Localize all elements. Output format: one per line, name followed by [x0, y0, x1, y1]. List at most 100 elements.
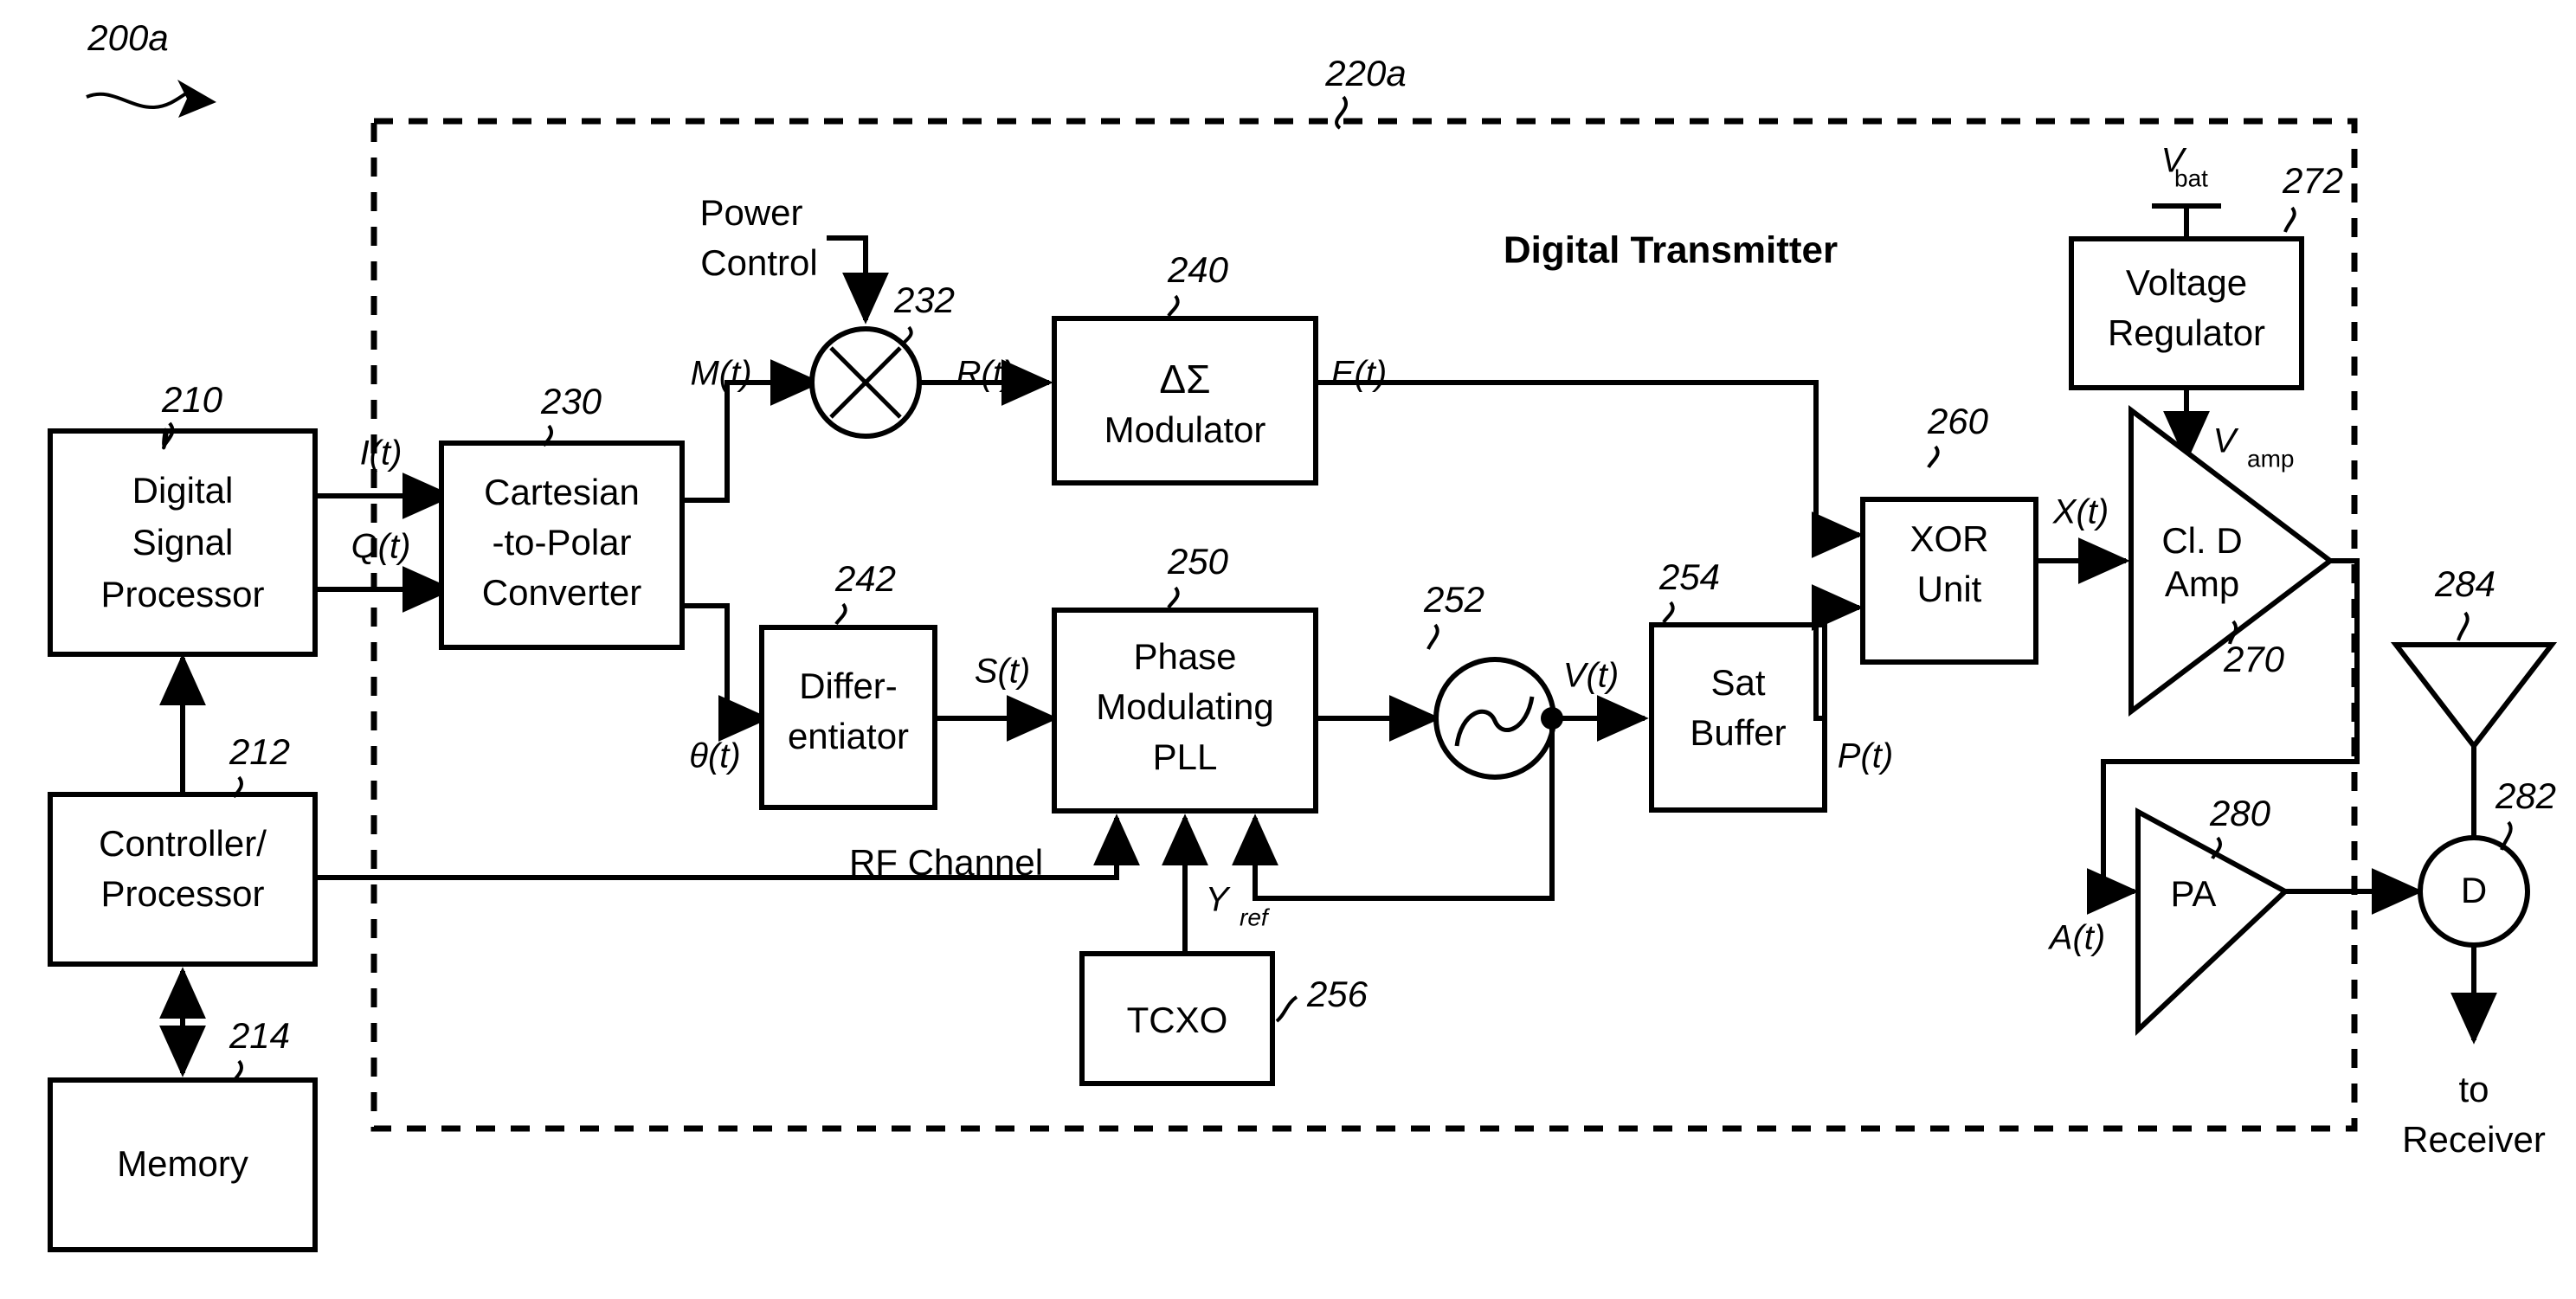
ref-250-label: 250 — [1167, 541, 1229, 582]
signal-e-t-label: E(t) — [1331, 355, 1387, 393]
ref-272-label: 272 — [2282, 160, 2343, 201]
ref-230: 230 — [540, 381, 602, 447]
sigma-delta-label-line1: ΔΣ — [1159, 357, 1210, 402]
ref-232: 232 — [893, 280, 955, 347]
memory-label: Memory — [117, 1143, 248, 1184]
boundary-ref-220a-label: 220a — [1324, 53, 1406, 93]
ref-230-label: 230 — [540, 381, 602, 421]
sat-buffer-label-line1: Sat — [1710, 662, 1765, 703]
dsp-label-line1: Digital — [132, 470, 234, 511]
xor-label-line1: XOR — [1909, 518, 1988, 559]
block-xor-unit[interactable]: XOR Unit — [1860, 497, 2038, 665]
rf-channel-label: RF Channel — [849, 842, 1043, 883]
figure-canvas: 200a 220a Digital Transmitter Digital Si… — [0, 0, 2576, 1299]
sat-buffer-label-line2: Buffer — [1690, 712, 1786, 753]
block-duplexer[interactable]: D — [2418, 835, 2530, 948]
sigma-delta-label-line2: Modulator — [1104, 409, 1266, 450]
pll-label-line3: PLL — [1153, 736, 1218, 777]
svg-text:ref: ref — [1240, 904, 1271, 930]
ref-256: 256 — [1275, 974, 1368, 1023]
ref-210-label: 210 — [161, 379, 223, 420]
signal-i-t-label: I(t) — [360, 434, 402, 473]
ref-260-label: 260 — [1927, 401, 1989, 441]
ref-240-label: 240 — [1167, 249, 1229, 290]
signal-y-ref-label: Y ref — [1206, 881, 1271, 931]
signal-theta-t-label: θ(t) — [689, 737, 740, 775]
block-diagram: 200a 220a Digital Transmitter Digital Si… — [48, 17, 2558, 1252]
signal-s-t-label: S(t) — [975, 653, 1030, 691]
ref-270-label: 270 — [2223, 639, 2285, 679]
ref-272: 272 — [2282, 160, 2343, 233]
duplexer-label: D — [2461, 870, 2487, 910]
wire-theta-t — [682, 603, 770, 742]
dsp-label-line2: Signal — [132, 522, 234, 563]
class-d-amp-label-line1: Cl. D — [2161, 520, 2242, 561]
power-control-input: Power Control — [699, 192, 889, 325]
signal-x-t-label: X(t) — [2052, 493, 2109, 531]
differentiator-label-line1: Differ- — [799, 666, 898, 706]
signal-m-t-label: M(t) — [690, 355, 751, 393]
block-differentiator[interactable]: Differ- entiator — [759, 625, 937, 810]
block-cartesian-to-polar-converter[interactable]: Cartesian -to-Polar Converter — [439, 441, 685, 650]
wire-power-control — [827, 235, 889, 325]
ref-252-label: 252 — [1423, 579, 1484, 620]
ref-250: 250 — [1167, 541, 1229, 609]
v-amp-sub-label: amp — [2247, 445, 2294, 472]
wire-e-t — [1316, 380, 1864, 558]
ref-260: 260 — [1927, 401, 1989, 469]
v-bat-terminal: V bat — [2152, 142, 2221, 239]
antenna-icon — [2390, 642, 2558, 750]
differentiator-label-line2: entiator — [788, 716, 909, 756]
ref-242-label: 242 — [834, 558, 896, 599]
ref-214-label: 214 — [229, 1015, 290, 1056]
ref-214: 214 — [229, 1015, 290, 1083]
ref-256-label: 256 — [1306, 974, 1368, 1014]
block-digital-signal-processor[interactable]: Digital Signal Processor — [48, 428, 318, 657]
ref-284: 284 — [2434, 563, 2496, 641]
signal-a-t-label: A(t) — [2048, 919, 2105, 957]
c2p-label-line2: -to-Polar — [492, 522, 631, 563]
ref-232-label: 232 — [893, 280, 955, 320]
block-sat-buffer[interactable]: Sat Buffer — [1649, 622, 1827, 813]
block-voltage-regulator[interactable]: Voltage Regulator — [2069, 236, 2304, 390]
diagram-title: Digital Transmitter — [1504, 229, 1838, 272]
v-amp-wire: V amp — [2163, 388, 2294, 472]
c2p-label-line1: Cartesian — [484, 472, 640, 512]
controller-label-line1: Controller/ — [99, 823, 267, 864]
figure-ref-200a: 200a — [86, 17, 216, 118]
ref-282-label: 282 — [2495, 775, 2556, 816]
block-controller-processor[interactable]: Controller/ Processor — [48, 792, 318, 967]
block-oscillator[interactable] — [1433, 657, 1556, 780]
ref-242: 242 — [834, 558, 896, 626]
wire-m-t — [682, 359, 822, 503]
ref-240: 240 — [1167, 249, 1229, 318]
block-sigma-delta-modulator[interactable]: ΔΣ Modulator — [1052, 316, 1318, 486]
block-power-amplifier[interactable]: PA — [2135, 807, 2290, 1036]
figure-ref-200a-label: 200a — [87, 17, 168, 58]
ref-212: 212 — [229, 731, 290, 799]
v-bat-sub-label: bat — [2174, 164, 2208, 191]
pll-label-line2: Modulating — [1096, 686, 1273, 727]
voltage-regulator-label-line1: Voltage — [2126, 262, 2247, 303]
signal-v-t-label: V(t) — [1563, 657, 1619, 695]
signal-r-t-label: R(t) — [956, 355, 1014, 393]
controller-label-line2: Processor — [100, 873, 264, 914]
dsp-label-line3: Processor — [100, 574, 264, 614]
block-phase-modulating-pll[interactable]: Phase Modulating PLL — [1052, 608, 1318, 813]
signal-q-t-label: Q(t) — [351, 528, 411, 566]
c2p-label-line3: Converter — [482, 572, 641, 613]
block-memory[interactable]: Memory — [48, 1077, 318, 1252]
ref-212-label: 212 — [229, 731, 290, 772]
pll-label-line1: Phase — [1133, 636, 1236, 677]
svg-text:Y: Y — [1206, 881, 1232, 919]
signal-p-t-label: P(t) — [1838, 737, 1893, 775]
power-control-label-line2: Control — [700, 242, 817, 283]
to-receiver-label-line2: Receiver — [2402, 1119, 2546, 1160]
power-control-label-line1: Power — [699, 192, 802, 233]
ref-252: 252 — [1423, 579, 1484, 650]
block-tcxo[interactable]: TCXO — [1079, 951, 1275, 1086]
ref-280-label: 280 — [2209, 793, 2271, 833]
tcxo-label: TCXO — [1127, 1000, 1228, 1040]
v-amp-base-label: V — [2213, 422, 2239, 460]
ref-254-label: 254 — [1658, 556, 1720, 597]
